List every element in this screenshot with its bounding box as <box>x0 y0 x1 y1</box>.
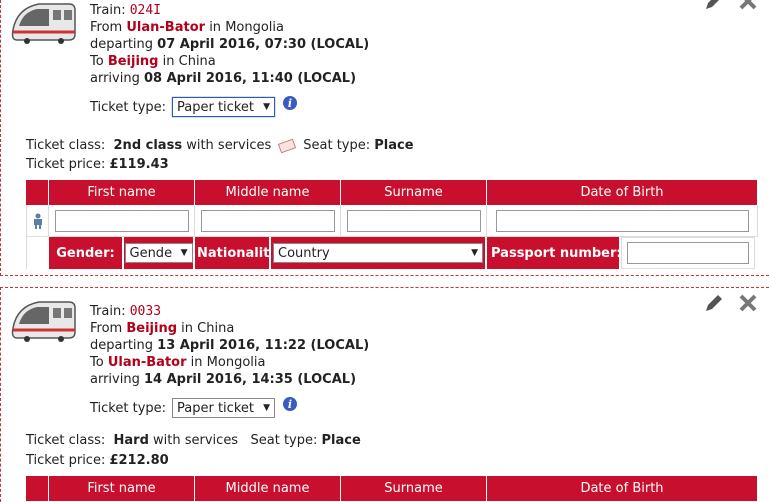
from-city: Ulan-Bator <box>126 20 206 35</box>
passenger-table-header: First name Middle name Surname Date of B… <box>26 476 758 501</box>
journey-info: Train: 0033 From Beijing in China depart… <box>90 303 369 388</box>
first-name-header: First name <box>49 476 195 501</box>
surname-header: Surname <box>341 476 487 501</box>
ticket-class-label: Ticket class: <box>26 433 106 448</box>
from-line: From Ulan-Bator in Mongolia <box>90 20 284 35</box>
country-select[interactable]: Country ▼ <box>273 243 483 263</box>
surname-header: Surname <box>341 180 487 205</box>
dob-header: Date of Birth <box>487 476 758 501</box>
with-services-label: with services <box>153 433 239 448</box>
train-line: Train: 024I <box>90 3 162 18</box>
dob-input[interactable] <box>495 209 749 232</box>
ticket-price-label: Ticket price: <box>26 157 106 172</box>
edit-pencil-icon[interactable] <box>703 292 725 314</box>
ticket-actions <box>703 292 759 314</box>
passenger-table: First name Middle name Surname Date of B… <box>26 180 758 269</box>
train-number: 024I <box>129 3 162 18</box>
seat-type-value: Place <box>374 138 414 153</box>
ticket-price-row: Ticket price: £212.80 <box>26 453 169 468</box>
first-name-header: First name <box>49 180 195 205</box>
ticket-class-row: Ticket class: 2nd class with services Se… <box>26 138 414 153</box>
ticket-price-value: £212.80 <box>109 453 169 468</box>
passenger-icon <box>33 213 42 229</box>
ticket-class-value: 2nd class <box>113 138 183 153</box>
ticket-type-label: Ticket type: <box>90 99 167 115</box>
chevron-down-icon: ▼ <box>180 248 188 258</box>
arriving-line: arriving 14 April 2016, 14:35 (LOCAL) <box>90 372 357 387</box>
to-country: Mongolia <box>206 355 266 370</box>
ticket-actions <box>703 0 759 12</box>
train-icon <box>11 301 76 342</box>
delete-x-icon[interactable] <box>737 292 759 314</box>
ticket-price-value: £119.43 <box>109 157 169 172</box>
ticket-price-label: Ticket price: <box>26 453 106 468</box>
ticket-card-2: Train: 0033 From Beijing in China depart… <box>0 287 769 502</box>
departing-line: departing 07 April 2016, 07:30 (LOCAL) <box>90 37 370 52</box>
ticket-type-select[interactable]: Paper ticket ▼ <box>172 398 276 418</box>
gender-select[interactable]: Gende ▼ <box>124 243 193 263</box>
ticket-type-select[interactable]: Paper ticket ▼ <box>172 97 276 117</box>
train-line: Train: 0033 <box>90 304 162 319</box>
ticket-type-value: Paper ticket <box>177 99 254 115</box>
delete-x-icon[interactable] <box>737 0 759 12</box>
chevron-down-icon: ▼ <box>471 248 478 258</box>
ticket-type-label: Ticket type: <box>90 400 167 416</box>
arriving-datetime: 14 April 2016, 14:35 (LOCAL) <box>143 372 357 387</box>
to-city: Ulan-Bator <box>107 355 187 370</box>
departing-datetime: 07 April 2016, 07:30 (LOCAL) <box>157 37 370 52</box>
chevron-down-icon: ▼ <box>263 403 271 413</box>
with-services-label: with services <box>186 138 272 153</box>
ticket-price-row: Ticket price: £119.43 <box>26 157 169 172</box>
ticket-class-value: Hard <box>113 433 149 448</box>
ticket-card-1: Train: 024I From Ulan-Bator in Mongolia … <box>0 0 769 276</box>
edit-pencil-icon[interactable] <box>703 0 725 12</box>
departing-line: departing 13 April 2016, 11:22 (LOCAL) <box>90 338 370 353</box>
ticket-type-row: Ticket type: Paper ticket ▼ i <box>90 96 298 117</box>
to-line: To Ulan-Bator in Mongolia <box>90 355 266 370</box>
passenger-table-header: First name Middle name Surname Date of B… <box>26 180 758 205</box>
passenger-details-row: Gender: Gende ▼ Nationality Country ▼ Pass… <box>26 237 758 269</box>
passenger-input-row <box>26 205 758 237</box>
nationality-label: Nationality <box>195 237 271 269</box>
middle-name-header: Middle name <box>195 180 341 205</box>
from-country: China <box>197 321 235 336</box>
seat-type-label: Seat type: <box>250 433 318 448</box>
surname-input[interactable] <box>346 209 481 232</box>
to-country: China <box>178 54 216 69</box>
arriving-line: arriving 08 April 2016, 11:40 (LOCAL) <box>90 71 357 86</box>
passport-label: Passport number: <box>487 237 621 269</box>
train-icon <box>11 3 76 44</box>
first-name-input[interactable] <box>54 209 189 232</box>
info-icon[interactable]: i <box>283 397 298 411</box>
ticket-icon[interactable] <box>278 138 297 153</box>
middle-name-header: Middle name <box>195 476 341 501</box>
ticket-class-label: Ticket class: <box>26 138 106 153</box>
from-country: Mongolia <box>225 20 284 35</box>
from-line: From Beijing in China <box>90 321 235 336</box>
train-number: 0033 <box>129 304 162 319</box>
gender-label: Gender: <box>49 237 124 269</box>
arriving-datetime: 08 April 2016, 11:40 (LOCAL) <box>143 71 357 86</box>
seat-type-label: Seat type: <box>303 138 371 153</box>
ticket-type-row: Ticket type: Paper ticket ▼ i <box>90 397 298 418</box>
chevron-down-icon: ▼ <box>263 102 271 112</box>
to-city: Beijing <box>107 54 159 69</box>
to-line: To Beijing in China <box>90 54 216 69</box>
info-icon[interactable]: i <box>283 96 298 110</box>
middle-name-input[interactable] <box>200 209 335 232</box>
ticket-class-row: Ticket class: Hard with services Seat ty… <box>26 433 361 448</box>
journey-info: Train: 024I From Ulan-Bator in Mongolia … <box>90 2 369 87</box>
from-city: Beijing <box>126 321 178 336</box>
passenger-table: First name Middle name Surname Date of B… <box>26 476 758 501</box>
ticket-type-value: Paper ticket <box>177 400 254 416</box>
passport-input[interactable] <box>627 242 749 264</box>
departing-datetime: 13 April 2016, 11:22 (LOCAL) <box>157 338 370 353</box>
dob-header: Date of Birth <box>487 180 758 205</box>
seat-type-value: Place <box>321 433 361 448</box>
